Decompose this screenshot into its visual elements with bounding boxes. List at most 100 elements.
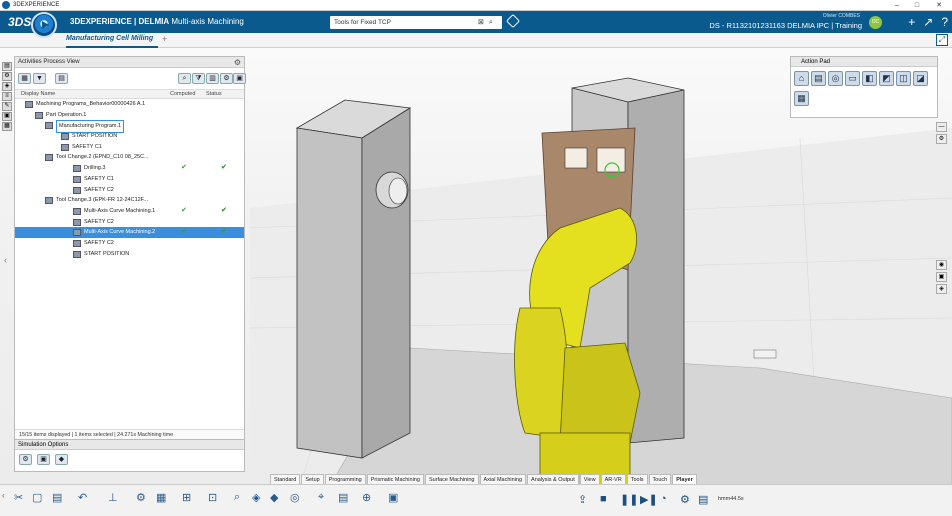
share-icon[interactable]: ↗ (923, 15, 933, 29)
command-tab[interactable]: Surface Machining (424, 474, 479, 484)
clear-search-icon[interactable]: ⊠ (478, 16, 484, 29)
tree-row[interactable]: Multi-Axis Curve Machining.1 ✔ ✔ (15, 206, 244, 217)
bar-expand-icon[interactable]: ‹ (2, 491, 5, 505)
maximize-button[interactable]: □ (906, 0, 928, 11)
tree-row[interactable]: START POSITION (15, 249, 244, 260)
command-tab[interactable]: Touch (648, 474, 672, 484)
tree-row[interactable]: SAFETY C2 (15, 217, 244, 228)
camera-icon[interactable]: ◉ (936, 260, 947, 270)
command-tab[interactable]: Tools (626, 474, 648, 484)
player-export-icon[interactable]: ⇪ (578, 493, 587, 506)
ap-sweep-icon[interactable]: ◩ (879, 71, 894, 86)
avatar[interactable]: OC (869, 16, 882, 29)
tree-row[interactable]: Multi-Axis Curve Machining.2 ✔ ✔ (15, 227, 244, 238)
connect-icon[interactable]: ⊕ (362, 491, 371, 505)
tag-icon[interactable] (505, 13, 521, 29)
inspect-icon[interactable]: ⌕ (234, 491, 240, 505)
ap-home-icon[interactable]: ⌂ (794, 71, 809, 86)
ap-contour-icon[interactable]: ◪ (913, 71, 928, 86)
ds-logo-icon[interactable]: 3DS (8, 15, 31, 29)
tree-row[interactable]: Tool Change.2 (EPND_C10 08_25C... (15, 152, 244, 163)
tab-manufacturing-cell[interactable]: Manufacturing Cell Milling (66, 35, 153, 42)
collab-space-label[interactable]: DS - R1132101231163 DELMIA IPC | Trainin… (709, 21, 862, 30)
strip-lock-icon[interactable]: ▣ (2, 112, 12, 121)
tree-row[interactable]: SAFETY C1 (15, 142, 244, 153)
display-mode-icon[interactable]: ▤ (55, 73, 68, 84)
tree-row[interactable]: SAFETY C2 (15, 185, 244, 196)
ap-program-icon[interactable]: ▤ (811, 71, 826, 86)
export-icon[interactable]: ▣ (233, 73, 246, 84)
copy-icon[interactable]: ▢ (32, 491, 42, 505)
search-input[interactable]: Tools for Fixed TCP ⊠ ⌕ (330, 16, 502, 29)
command-tab[interactable]: Setup (301, 474, 324, 484)
col-status[interactable]: Status (206, 91, 222, 97)
strip-tag-icon[interactable]: ✎ (2, 102, 12, 111)
tree-row[interactable]: Tool Change.3 (EPK-FR 12-24C12F... (15, 195, 244, 206)
collapse-panel-icon[interactable]: ‹ (4, 255, 7, 265)
col-computed[interactable]: Computed (170, 91, 195, 97)
right-robot-icon[interactable]: ⚙ (936, 134, 947, 144)
player-list-icon[interactable]: ▤ (698, 493, 708, 506)
sim-color-icon[interactable]: ◆ (55, 454, 68, 465)
command-tab[interactable]: Player (672, 474, 697, 484)
tree-row[interactable]: SAFETY C2 (15, 238, 244, 249)
stop-icon[interactable]: ■ (600, 493, 607, 505)
capture-icon[interactable]: ▣ (936, 272, 947, 282)
compass-icon[interactable] (31, 12, 57, 38)
search-icon[interactable]: ⌕ (489, 16, 493, 29)
tree-row[interactable]: Part Operation.1 (15, 110, 244, 121)
player-settings-icon[interactable]: ⚙ (680, 493, 690, 506)
analysis-icon[interactable]: ◎ (290, 491, 300, 505)
program-icon[interactable]: ▣ (388, 491, 398, 505)
funnel-icon[interactable]: ⧩ (192, 73, 205, 84)
command-tab[interactable]: AR-VR (600, 474, 626, 484)
find-icon[interactable]: ⌕ (178, 73, 191, 84)
tree-row[interactable]: SAFETY C1 (15, 174, 244, 185)
robot-icon[interactable]: ◈ (252, 491, 260, 505)
command-tab[interactable]: View (579, 474, 600, 484)
help-icon[interactable]: ? (941, 15, 948, 29)
command-tab[interactable]: Analysis & Output (527, 474, 579, 484)
sim-machine-icon[interactable]: ⚙ (19, 454, 32, 465)
tree-row[interactable]: START POSITION (15, 131, 244, 142)
options-icon[interactable]: ⚙ (220, 73, 233, 84)
compass-tool-icon[interactable]: ⊥ (108, 491, 118, 505)
clash-icon[interactable]: ◆ (270, 491, 278, 505)
play-forward-icon[interactable]: ▶❚ (640, 493, 658, 506)
minimize-button[interactable]: – (886, 0, 908, 11)
columns-icon[interactable]: ▥ (206, 73, 219, 84)
panel-settings-icon[interactable]: ⚙ (234, 57, 241, 68)
add-icon[interactable]: + (908, 15, 915, 29)
tree-row[interactable]: Manufacturing Program.1 (15, 120, 244, 134)
tree-view-icon[interactable]: ▦ (18, 73, 31, 84)
undo-icon[interactable]: ↶ (78, 491, 87, 505)
ap-list-icon[interactable]: ▦ (794, 91, 809, 106)
strip-tree-icon[interactable]: ▤ (2, 62, 12, 71)
ap-surface-icon[interactable]: ◧ (862, 71, 877, 86)
command-tab[interactable]: Programming (324, 474, 366, 484)
strip-process-icon[interactable]: ▦ (2, 122, 12, 131)
right-collapse-icon[interactable]: — (936, 122, 947, 132)
sim-tool-icon[interactable]: ▣ (37, 454, 50, 465)
paste-icon[interactable]: ▤ (52, 491, 62, 505)
ap-curve-icon[interactable]: ◫ (896, 71, 911, 86)
render-icon[interactable]: ◈ (936, 284, 947, 294)
transform-icon[interactable]: ⊡ (208, 491, 217, 505)
cut-icon[interactable]: ✂ (14, 491, 23, 505)
strip-filter-icon[interactable]: ⚙ (2, 72, 12, 81)
strip-layers-icon[interactable]: ≡ (2, 92, 12, 101)
strip-view-icon[interactable]: ◈ (2, 82, 12, 91)
machine-icon[interactable]: ⚙ (136, 491, 146, 505)
close-button[interactable]: ✕ (928, 0, 950, 11)
add-tab-button[interactable]: + (162, 34, 167, 44)
fullscreen-icon[interactable]: ⤢ (936, 34, 948, 46)
grid-icon[interactable]: ▦ (156, 491, 166, 505)
ap-profile-icon[interactable]: ◎ (828, 71, 843, 86)
speed-icon[interactable]: ◔ (660, 493, 667, 505)
tree-row[interactable]: Drilling.3 ✔ ✔ (15, 163, 244, 174)
tree-icon[interactable]: ⊞ (182, 491, 191, 505)
command-tab[interactable]: Standard (270, 474, 301, 484)
command-tab[interactable]: Prismatic Machining (366, 474, 424, 484)
command-tab[interactable]: Axial Machining (479, 474, 527, 484)
measure-icon[interactable]: ⌖ (318, 491, 324, 505)
